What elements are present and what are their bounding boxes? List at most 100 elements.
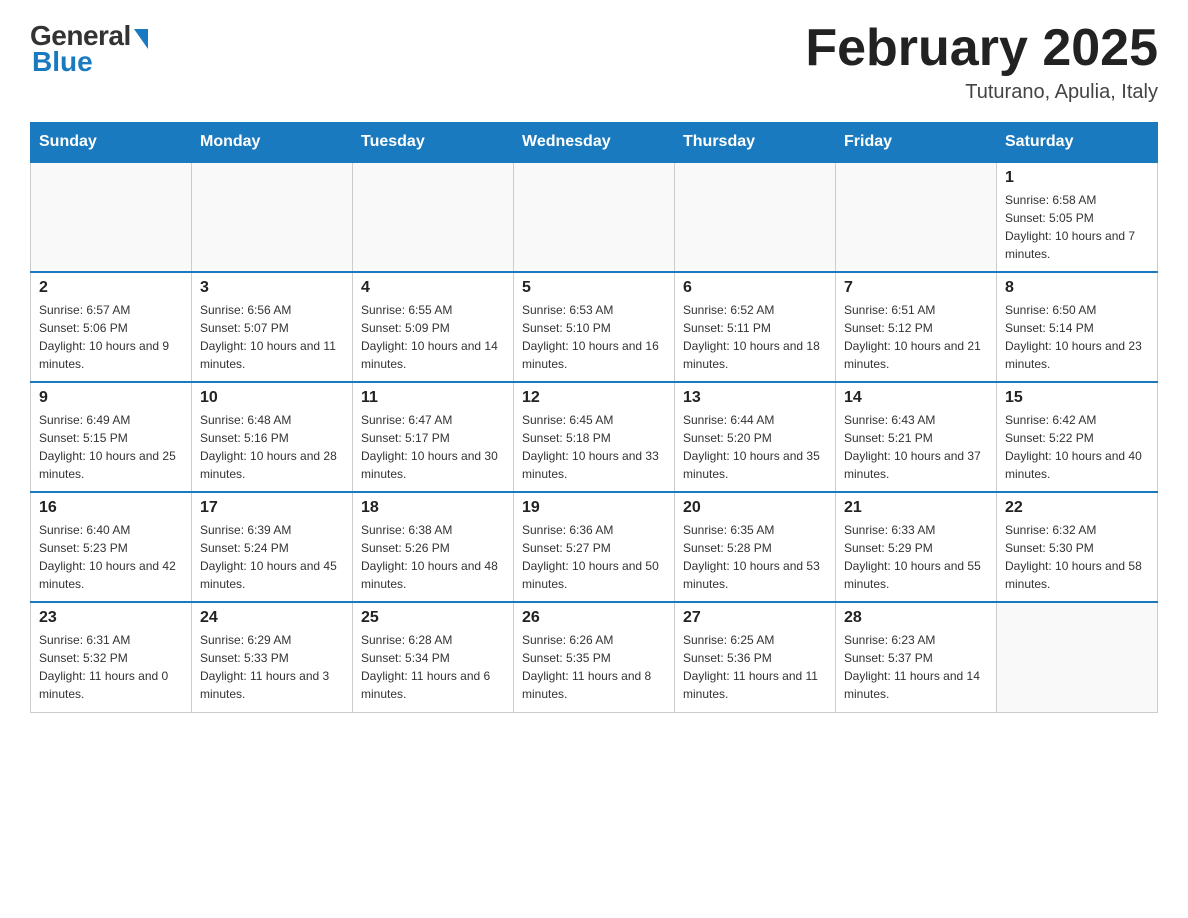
calendar-cell: 21 Sunrise: 6:33 AM Sunset: 5:29 PM Dayli… xyxy=(836,492,997,602)
calendar-cell: 11 Sunrise: 6:47 AM Sunset: 5:17 PM Dayli… xyxy=(353,382,514,492)
day-number: 26 xyxy=(522,609,666,627)
calendar-cell: 1 Sunrise: 6:58 AM Sunset: 5:05 PM Daylig… xyxy=(997,162,1158,272)
weekday-header-friday: Friday xyxy=(836,123,997,163)
day-info: Sunrise: 6:45 AM Sunset: 5:18 PM Dayligh… xyxy=(522,411,666,483)
day-number: 28 xyxy=(844,609,988,627)
calendar-cell: 24 Sunrise: 6:29 AM Sunset: 5:33 PM Dayli… xyxy=(192,602,353,712)
calendar-week-row: 2Sunrise: 6:57 AM Sunset: 5:06 PM Daylig… xyxy=(31,272,1158,382)
calendar-cell: 17Sunrise: 6:39 AM Sunset: 5:24 PM Dayli… xyxy=(192,492,353,602)
calendar-cell xyxy=(353,162,514,272)
calendar-cell: 22Sunrise: 6:32 AM Sunset: 5:30 PM Dayli… xyxy=(997,492,1158,602)
calendar-cell xyxy=(997,602,1158,712)
day-info: Sunrise: 6:44 AM Sunset: 5:20 PM Dayligh… xyxy=(683,411,827,483)
day-info: Sunrise: 6:55 AM Sunset: 5:09 PM Dayligh… xyxy=(361,301,505,373)
weekday-header-saturday: Saturday xyxy=(997,123,1158,163)
calendar-cell xyxy=(514,162,675,272)
day-info: Sunrise: 6:29 AM Sunset: 5:33 PM Dayligh… xyxy=(200,631,344,703)
calendar-body: 1 Sunrise: 6:58 AM Sunset: 5:05 PM Daylig… xyxy=(31,162,1158,712)
day-info: Sunrise: 6:40 AM Sunset: 5:23 PM Dayligh… xyxy=(39,521,183,593)
logo-arrow-icon xyxy=(134,29,148,49)
calendar-cell: 25 Sunrise: 6:28 AM Sunset: 5:34 PM Dayli… xyxy=(353,602,514,712)
day-number: 21 xyxy=(844,499,988,517)
weekday-header-thursday: Thursday xyxy=(675,123,836,163)
day-info: Sunrise: 6:36 AM Sunset: 5:27 PM Dayligh… xyxy=(522,521,666,593)
logo-blue-text: Blue xyxy=(32,46,93,78)
calendar-cell xyxy=(836,162,997,272)
location-subtitle: Tuturano, Apulia, Italy xyxy=(805,81,1158,104)
day-info: Sunrise: 6:33 AM Sunset: 5:29 PM Dayligh… xyxy=(844,521,988,593)
day-info: Sunrise: 6:52 AM Sunset: 5:11 PM Dayligh… xyxy=(683,301,827,373)
day-info: Sunrise: 6:43 AM Sunset: 5:21 PM Dayligh… xyxy=(844,411,988,483)
day-number: 1 xyxy=(1005,169,1149,187)
calendar-cell: 2Sunrise: 6:57 AM Sunset: 5:06 PM Daylig… xyxy=(31,272,192,382)
calendar-cell: 13 Sunrise: 6:44 AM Sunset: 5:20 PM Dayli… xyxy=(675,382,836,492)
day-number: 9 xyxy=(39,389,183,407)
day-number: 16 xyxy=(39,499,183,517)
calendar-cell: 23 Sunrise: 6:31 AM Sunset: 5:32 PM Dayli… xyxy=(31,602,192,712)
day-number: 23 xyxy=(39,609,183,627)
day-info: Sunrise: 6:28 AM Sunset: 5:34 PM Dayligh… xyxy=(361,631,505,703)
day-number: 3 xyxy=(200,279,344,297)
calendar-cell: 5 Sunrise: 6:53 AM Sunset: 5:10 PM Daylig… xyxy=(514,272,675,382)
day-number: 8 xyxy=(1005,279,1149,297)
weekday-header-tuesday: Tuesday xyxy=(353,123,514,163)
day-number: 11 xyxy=(361,389,505,407)
day-number: 5 xyxy=(522,279,666,297)
calendar-cell: 10Sunrise: 6:48 AM Sunset: 5:16 PM Dayli… xyxy=(192,382,353,492)
calendar-cell xyxy=(31,162,192,272)
calendar-table: SundayMondayTuesdayWednesdayThursdayFrid… xyxy=(30,122,1158,713)
day-info: Sunrise: 6:58 AM Sunset: 5:05 PM Dayligh… xyxy=(1005,191,1149,263)
calendar-cell: 3 Sunrise: 6:56 AM Sunset: 5:07 PM Daylig… xyxy=(192,272,353,382)
day-info: Sunrise: 6:50 AM Sunset: 5:14 PM Dayligh… xyxy=(1005,301,1149,373)
day-info: Sunrise: 6:26 AM Sunset: 5:35 PM Dayligh… xyxy=(522,631,666,703)
calendar-cell xyxy=(675,162,836,272)
weekday-header-row: SundayMondayTuesdayWednesdayThursdayFrid… xyxy=(31,123,1158,163)
day-number: 20 xyxy=(683,499,827,517)
day-info: Sunrise: 6:42 AM Sunset: 5:22 PM Dayligh… xyxy=(1005,411,1149,483)
calendar-cell: 27Sunrise: 6:25 AM Sunset: 5:36 PM Dayli… xyxy=(675,602,836,712)
day-number: 24 xyxy=(200,609,344,627)
weekday-header-wednesday: Wednesday xyxy=(514,123,675,163)
day-number: 25 xyxy=(361,609,505,627)
day-number: 12 xyxy=(522,389,666,407)
day-number: 15 xyxy=(1005,389,1149,407)
weekday-header-sunday: Sunday xyxy=(31,123,192,163)
logo: General Blue xyxy=(30,20,148,78)
calendar-week-row: 9Sunrise: 6:49 AM Sunset: 5:15 PM Daylig… xyxy=(31,382,1158,492)
calendar-week-row: 16 Sunrise: 6:40 AM Sunset: 5:23 PM Dayli… xyxy=(31,492,1158,602)
calendar-cell: 7Sunrise: 6:51 AM Sunset: 5:12 PM Daylig… xyxy=(836,272,997,382)
calendar-week-row: 23 Sunrise: 6:31 AM Sunset: 5:32 PM Dayli… xyxy=(31,602,1158,712)
day-number: 6 xyxy=(683,279,827,297)
day-number: 22 xyxy=(1005,499,1149,517)
day-info: Sunrise: 6:38 AM Sunset: 5:26 PM Dayligh… xyxy=(361,521,505,593)
calendar-week-row: 1 Sunrise: 6:58 AM Sunset: 5:05 PM Daylig… xyxy=(31,162,1158,272)
calendar-cell: 9Sunrise: 6:49 AM Sunset: 5:15 PM Daylig… xyxy=(31,382,192,492)
day-info: Sunrise: 6:53 AM Sunset: 5:10 PM Dayligh… xyxy=(522,301,666,373)
calendar-cell: 6 Sunrise: 6:52 AM Sunset: 5:11 PM Daylig… xyxy=(675,272,836,382)
day-number: 13 xyxy=(683,389,827,407)
day-number: 4 xyxy=(361,279,505,297)
day-info: Sunrise: 6:48 AM Sunset: 5:16 PM Dayligh… xyxy=(200,411,344,483)
calendar-cell: 14 Sunrise: 6:43 AM Sunset: 5:21 PM Dayli… xyxy=(836,382,997,492)
day-info: Sunrise: 6:23 AM Sunset: 5:37 PM Dayligh… xyxy=(844,631,988,703)
weekday-header-monday: Monday xyxy=(192,123,353,163)
day-info: Sunrise: 6:47 AM Sunset: 5:17 PM Dayligh… xyxy=(361,411,505,483)
day-info: Sunrise: 6:31 AM Sunset: 5:32 PM Dayligh… xyxy=(39,631,183,703)
day-info: Sunrise: 6:25 AM Sunset: 5:36 PM Dayligh… xyxy=(683,631,827,703)
calendar-cell xyxy=(192,162,353,272)
day-number: 2 xyxy=(39,279,183,297)
calendar-cell: 12 Sunrise: 6:45 AM Sunset: 5:18 PM Dayli… xyxy=(514,382,675,492)
calendar-cell: 26 Sunrise: 6:26 AM Sunset: 5:35 PM Dayli… xyxy=(514,602,675,712)
page-header: General Blue February 2025 Tuturano, Apu… xyxy=(30,20,1158,104)
day-number: 14 xyxy=(844,389,988,407)
day-number: 19 xyxy=(522,499,666,517)
day-number: 17 xyxy=(200,499,344,517)
day-info: Sunrise: 6:51 AM Sunset: 5:12 PM Dayligh… xyxy=(844,301,988,373)
calendar-cell: 16 Sunrise: 6:40 AM Sunset: 5:23 PM Dayli… xyxy=(31,492,192,602)
calendar-cell: 20Sunrise: 6:35 AM Sunset: 5:28 PM Dayli… xyxy=(675,492,836,602)
calendar-cell: 19 Sunrise: 6:36 AM Sunset: 5:27 PM Dayli… xyxy=(514,492,675,602)
calendar-cell: 8 Sunrise: 6:50 AM Sunset: 5:14 PM Daylig… xyxy=(997,272,1158,382)
month-title: February 2025 xyxy=(805,20,1158,77)
day-info: Sunrise: 6:56 AM Sunset: 5:07 PM Dayligh… xyxy=(200,301,344,373)
calendar-cell: 18Sunrise: 6:38 AM Sunset: 5:26 PM Dayli… xyxy=(353,492,514,602)
